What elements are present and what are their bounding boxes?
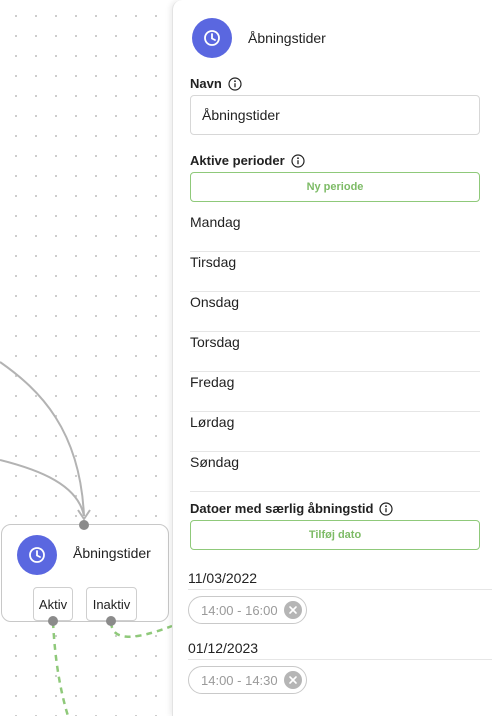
name-label: Navn: [190, 76, 242, 91]
day-row-wednesday[interactable]: Onsdag: [190, 292, 480, 332]
info-icon[interactable]: [228, 76, 242, 91]
time-range-text: 14:00 - 16:00: [201, 602, 278, 618]
special-date-row[interactable]: 01/12/2023: [188, 640, 492, 660]
clock-icon: [17, 535, 57, 575]
day-label: Lørdag: [190, 414, 235, 430]
day-row-saturday[interactable]: Lørdag: [190, 412, 480, 452]
time-range-text: 14:00 - 14:30: [201, 672, 278, 688]
remove-icon[interactable]: [283, 601, 302, 619]
day-label: Tirsdag: [190, 254, 237, 270]
day-label: Onsdag: [190, 294, 240, 310]
panel-header: Åbningstider: [192, 18, 326, 58]
clock-icon: [192, 18, 232, 58]
remove-icon[interactable]: [283, 671, 302, 689]
day-row-sunday[interactable]: Søndag: [190, 452, 480, 492]
special-date-label: 01/12/2023: [188, 640, 259, 656]
opening-hours-node[interactable]: Åbningstider Aktiv Inaktiv: [1, 524, 169, 622]
outgoing-edge-aktiv: [51, 621, 70, 716]
time-range-chip[interactable]: 14:00 - 16:00: [188, 596, 307, 624]
node-title: Åbningstider: [73, 545, 151, 561]
special-date-label: 11/03/2022: [188, 570, 258, 586]
day-row-tuesday[interactable]: Tirsdag: [190, 252, 480, 292]
info-icon[interactable]: [291, 153, 305, 168]
day-label: Mandag: [190, 214, 241, 230]
outgoing-edge-inaktiv: [109, 621, 173, 638]
day-label: Torsdag: [190, 334, 240, 350]
special-date-row[interactable]: 11/03/2022: [188, 570, 492, 590]
day-row-thursday[interactable]: Torsdag: [190, 332, 480, 372]
active-periods-label: Aktive perioder: [190, 153, 305, 168]
name-label-text: Navn: [190, 76, 222, 91]
info-icon[interactable]: [379, 501, 394, 516]
new-period-button[interactable]: Ny periode: [190, 172, 480, 202]
day-row-friday[interactable]: Fredag: [190, 372, 480, 412]
input-port[interactable]: [79, 520, 89, 530]
day-row-monday[interactable]: Mandag: [190, 212, 480, 252]
output-port-aktiv[interactable]: [48, 616, 58, 626]
name-input[interactable]: Åbningstider: [190, 95, 480, 135]
day-label: Fredag: [190, 374, 235, 390]
incoming-edge-2: [0, 459, 85, 517]
properties-panel: Åbningstider Navn Åbningstider Aktive pe…: [172, 0, 492, 716]
time-range-chip[interactable]: 14:00 - 14:30: [188, 666, 307, 694]
active-periods-label-text: Aktive perioder: [190, 153, 285, 168]
special-dates-label-text: Datoer med særlig åbningstid: [190, 501, 374, 516]
day-label: Søndag: [190, 454, 240, 470]
special-dates-label: Datoer med særlig åbningstid: [190, 501, 394, 516]
add-date-button[interactable]: Tilføj dato: [190, 520, 480, 550]
output-port-inaktiv[interactable]: [106, 616, 116, 626]
panel-title: Åbningstider: [248, 30, 326, 46]
